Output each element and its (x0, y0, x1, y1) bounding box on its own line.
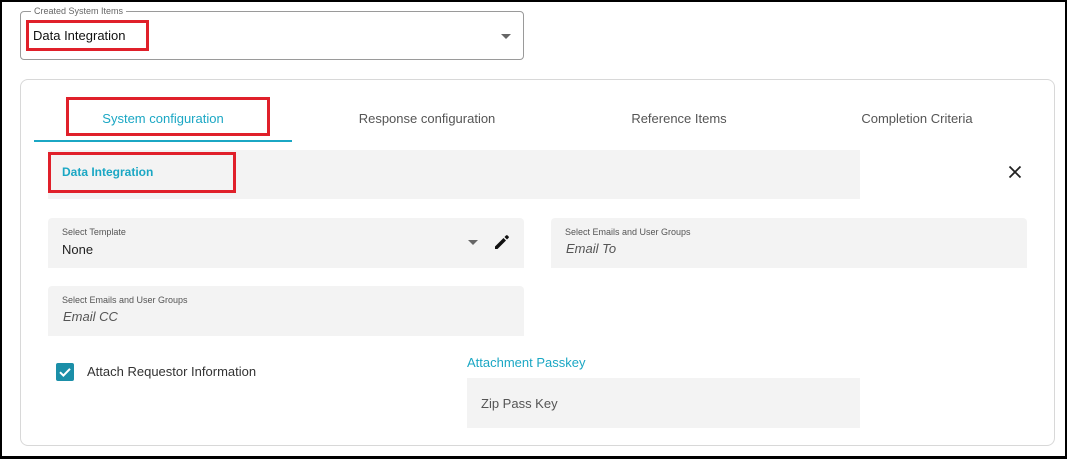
close-icon[interactable] (1005, 162, 1025, 182)
template-value: None (62, 242, 94, 257)
created-system-items-value: Data Integration (33, 28, 126, 43)
template-select[interactable]: Select Template None (48, 218, 524, 268)
section-header (48, 150, 860, 199)
section-title: Data Integration (62, 165, 154, 179)
email-to-label: Select Emails and User Groups (565, 227, 691, 237)
email-to-field[interactable]: Select Emails and User Groups Email To (551, 218, 1027, 268)
tab-completion-criteria[interactable]: Completion Criteria (840, 110, 994, 130)
chevron-down-icon[interactable] (501, 34, 511, 39)
attachment-passkey-label: Attachment Passkey (467, 355, 586, 370)
tab-system-configuration[interactable]: System configuration (74, 110, 252, 130)
tab-response-configuration[interactable]: Response configuration (337, 110, 517, 130)
zip-pass-key-placeholder: Zip Pass Key (481, 396, 558, 411)
email-to-placeholder: Email To (566, 241, 617, 256)
chevron-down-icon[interactable] (468, 240, 478, 245)
email-cc-label: Select Emails and User Groups (62, 295, 188, 305)
check-icon (59, 368, 71, 378)
active-tab-indicator (34, 140, 292, 142)
template-label: Select Template (62, 227, 126, 237)
attach-requestor-label: Attach Requestor Information (87, 364, 257, 379)
attach-requestor-checkbox[interactable] (56, 363, 74, 381)
email-cc-placeholder: Email CC (63, 309, 118, 324)
pencil-icon[interactable] (492, 232, 512, 252)
zip-pass-key-input[interactable]: Zip Pass Key (467, 378, 860, 428)
created-system-items-select[interactable]: Created System Items Data Integration (20, 5, 524, 60)
created-system-items-legend: Created System Items (31, 5, 127, 17)
tab-reference-items[interactable]: Reference Items (600, 110, 758, 130)
email-cc-field[interactable]: Select Emails and User Groups Email CC (48, 286, 524, 336)
